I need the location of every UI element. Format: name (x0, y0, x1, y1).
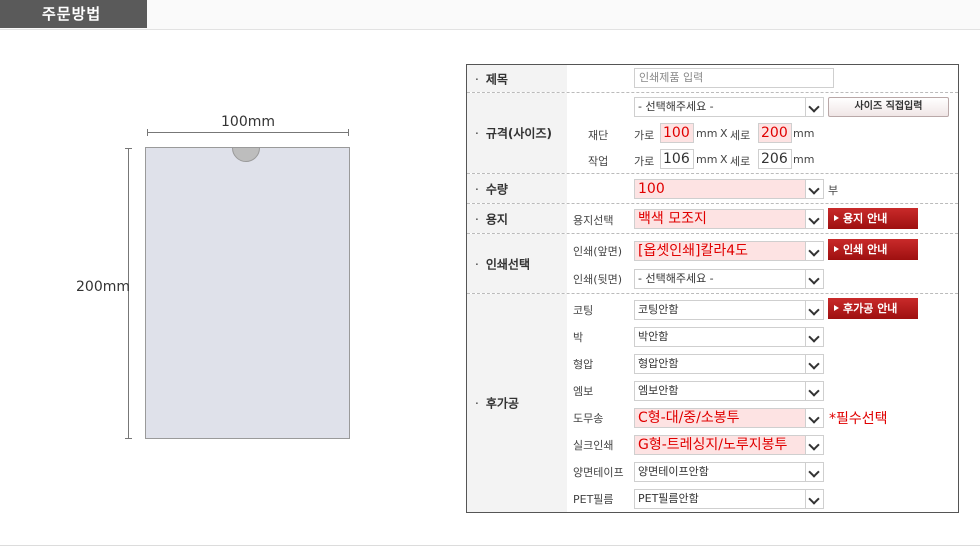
width-dimension-label: 100mm (221, 114, 275, 130)
title-label: 제목 (475, 70, 508, 87)
cut-label: 재단 (588, 129, 609, 142)
paper-row: 용지 용지선택 백색 모조지 용지 안내 (467, 204, 958, 234)
pet-film-select[interactable]: PET필름안함 (634, 489, 824, 509)
print-back-label: 인쇄(뒷면) (573, 273, 623, 286)
print-row: 인쇄선택 인쇄(앞면) [옵셋인쇄]칼라4도 인쇄 안내 인쇄(뒷면) - 선택… (467, 234, 958, 294)
work-width-input[interactable]: 106 (660, 149, 694, 169)
work-height-unit: mm (793, 153, 815, 166)
bottom-divider (0, 545, 980, 546)
double-tape-select[interactable]: 양면테이프안함 (634, 462, 824, 482)
pet-film-label: PET필름 (573, 493, 614, 506)
chevron-down-icon (805, 409, 823, 427)
finishing-row: 후가공 후가공 안내 코팅 코팅안함 박 박안함 형압 형압안함 엠보 엠보안함… (467, 294, 958, 512)
top-bar: 주문방법 (0, 0, 980, 30)
work-height-input[interactable]: 206 (758, 149, 792, 169)
chevron-down-icon (805, 490, 823, 508)
chevron-down-icon (805, 98, 823, 116)
cut-times: X (720, 127, 728, 140)
play-icon (834, 246, 839, 252)
chevron-down-icon (805, 210, 823, 228)
chevron-down-icon (805, 270, 823, 288)
foil-label: 박 (573, 331, 584, 344)
title-input[interactable]: 인쇄제품 입력 (634, 68, 834, 88)
cut-height-input[interactable]: 200 (758, 123, 792, 143)
double-tape-label: 양면테이프 (573, 466, 624, 479)
silk-print-select[interactable]: G형-트레싱지/노루지봉투 (634, 435, 824, 455)
die-cut-label: 도무송 (573, 412, 604, 425)
order-form: 제목 인쇄제품 입력 규격(사이즈) - 선택해주세요 - 사이즈 직접입력 재… (466, 64, 959, 513)
thumb-notch (232, 148, 260, 162)
work-height-label: 세로 (730, 155, 751, 168)
die-cut-select[interactable]: C형-대/중/소봉투 (634, 408, 824, 428)
chevron-down-icon (805, 328, 823, 346)
quantity-select[interactable]: 100 (634, 179, 824, 199)
section-title: 주문방법 (0, 0, 147, 28)
quantity-label: 수량 (475, 180, 508, 197)
size-label: 규격(사이즈) (475, 125, 552, 142)
coating-label: 코팅 (573, 304, 594, 317)
product-preview (145, 147, 350, 439)
cut-height-label: 세로 (730, 129, 751, 142)
work-label: 작업 (588, 155, 609, 168)
print-front-label: 인쇄(앞면) (573, 245, 623, 258)
title-row: 제목 인쇄제품 입력 (467, 65, 958, 93)
size-row: 규격(사이즈) - 선택해주세요 - 사이즈 직접입력 재단 가로 100 mm… (467, 93, 958, 174)
size-select[interactable]: - 선택해주세요 - (634, 97, 824, 117)
foil-select[interactable]: 박안함 (634, 327, 824, 347)
silk-print-label: 실크인쇄 (573, 439, 614, 452)
cut-height-unit: mm (793, 127, 815, 140)
paper-sub-label: 용지선택 (573, 214, 614, 227)
embossing-press-label: 형압 (573, 358, 594, 371)
emboss-label: 엠보 (573, 385, 594, 398)
chevron-down-icon (805, 301, 823, 319)
required-note: *필수선택 (829, 411, 888, 427)
print-back-select[interactable]: - 선택해주세요 - (634, 269, 824, 289)
print-label: 인쇄선택 (475, 255, 530, 272)
chevron-down-icon (805, 436, 823, 454)
emboss-select[interactable]: 엠보안함 (634, 381, 824, 401)
quantity-row: 수량 100 부 (467, 174, 958, 204)
chevron-down-icon (805, 463, 823, 481)
cut-width-label: 가로 (634, 129, 655, 142)
paper-guide-button[interactable]: 용지 안내 (828, 208, 918, 229)
quantity-unit: 부 (828, 184, 839, 197)
cut-width-unit: mm (696, 127, 718, 140)
width-dimension-line (147, 129, 349, 136)
finishing-guide-button[interactable]: 후가공 안내 (828, 298, 918, 319)
embossing-press-select[interactable]: 형압안함 (634, 354, 824, 374)
coating-select[interactable]: 코팅안함 (634, 300, 824, 320)
work-times: X (720, 153, 728, 166)
print-front-select[interactable]: [옵셋인쇄]칼라4도 (634, 241, 824, 261)
chevron-down-icon (805, 355, 823, 373)
chevron-down-icon (805, 242, 823, 260)
play-icon (834, 215, 839, 221)
play-icon (834, 305, 839, 311)
chevron-down-icon (805, 382, 823, 400)
paper-label: 용지 (475, 210, 508, 227)
size-direct-input-button[interactable]: 사이즈 직접입력 (828, 97, 949, 117)
work-width-unit: mm (696, 153, 718, 166)
paper-select[interactable]: 백색 모조지 (634, 209, 824, 229)
height-dimension-label: 200mm (76, 279, 130, 295)
cut-width-input[interactable]: 100 (660, 123, 694, 143)
finishing-label: 후가공 (475, 395, 519, 412)
chevron-down-icon (805, 180, 823, 198)
work-width-label: 가로 (634, 155, 655, 168)
print-guide-button[interactable]: 인쇄 안내 (828, 239, 918, 260)
